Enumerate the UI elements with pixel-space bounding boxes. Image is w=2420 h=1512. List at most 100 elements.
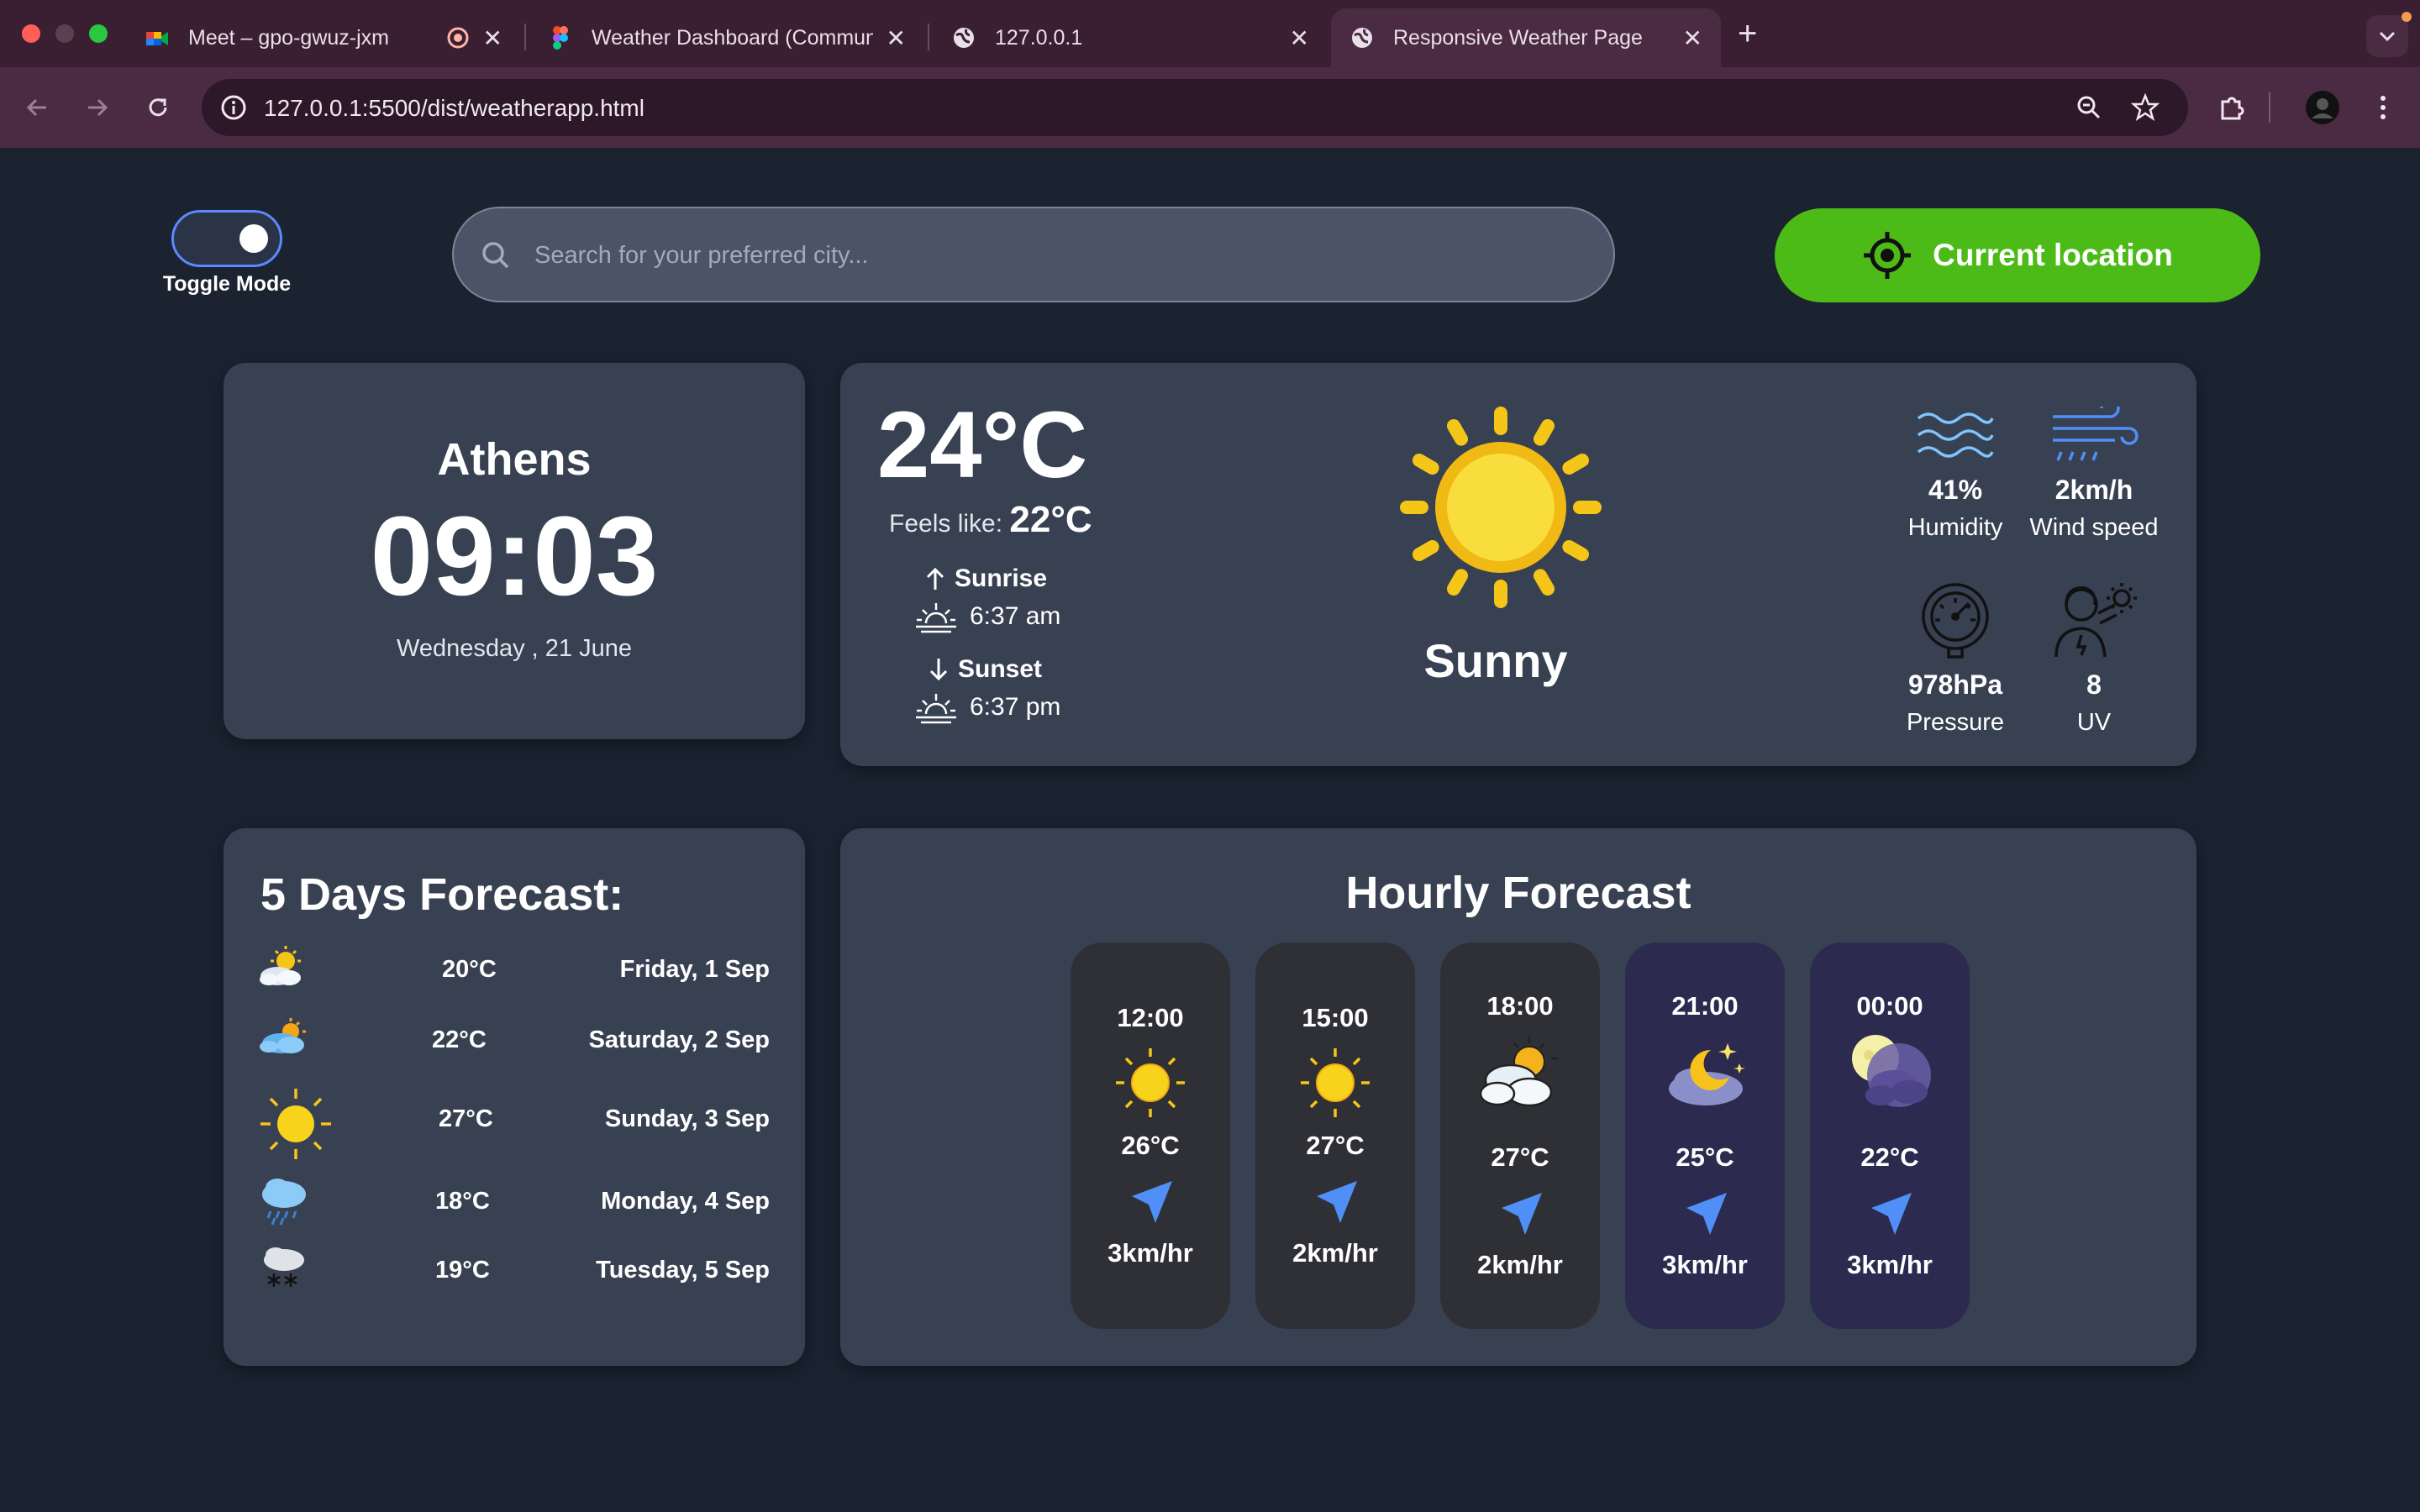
sunset-label: Sunset [958,655,1043,683]
sun-behind-clouds-icon [1479,1037,1558,1107]
close-tab-icon[interactable]: ✕ [1290,24,1309,52]
close-tab-icon[interactable]: ✕ [1683,24,1702,52]
navigation-arrow-icon [1132,1181,1172,1223]
forecast-row: 20°C Friday, 1 Sep [257,944,770,995]
navigation-arrow-icon [1871,1193,1912,1235]
toggle-knob [239,224,268,253]
sunset-row: 6:37 pm [914,690,1060,724]
sun-icon [1301,1048,1370,1117]
hourly-item: 00:00 22°C 3km/hr [1810,942,1970,1329]
hourly-temp: 25°C [1676,1142,1734,1172]
site-info-icon[interactable] [220,94,247,121]
url-text: 127.0.0.1:5500/dist/weatherapp.html [264,95,644,121]
partly-cloudy-icon [260,946,301,985]
hourly-item: 12:00 26°C 3km/hr [1071,942,1230,1329]
sunset-time: 6:37 pm [970,693,1061,721]
hourly-time: 00:00 [1856,991,1923,1021]
close-tab-icon[interactable]: ✕ [483,24,502,52]
wind-label: Wind speed [2029,514,2159,541]
uv-metric: 8 UV [2023,580,2165,737]
uv-person-icon [2054,583,2137,658]
globe-icon [954,28,974,48]
window-zoom-button[interactable] [89,24,108,43]
figma-icon [553,26,568,50]
city-search-input[interactable] [534,234,1576,277]
profile-avatar[interactable] [2302,87,2343,128]
navigation-arrow-icon [1317,1181,1357,1223]
tab-divider [928,24,929,50]
current-location-label: Current location [1933,238,2173,272]
tab-title: Weather Dashboard (Community) [592,25,873,50]
reload-icon [149,98,167,117]
arrow-right-icon [88,98,108,117]
forecast-day: Saturday, 2 Sep [588,1026,770,1053]
zoom-icon[interactable] [2075,94,2102,121]
weather-condition: Sunny [1423,634,1568,687]
hourly-wind: 3km/hr [1662,1250,1748,1279]
hourly-item: 15:00 27°C 2km/hr [1255,942,1415,1329]
address-bar[interactable]: 127.0.0.1:5500/dist/weatherapp.html [202,79,2188,136]
hourly-time: 21:00 [1671,991,1739,1021]
toggle-label: Toggle Mode [162,272,292,296]
forecast-title: 5 Days Forecast: [260,869,624,920]
avatar-icon [2306,91,2339,124]
hourly-temp: 27°C [1306,1131,1365,1160]
snow-icon [264,1247,304,1287]
browser-tab-figma[interactable]: Weather Dashboard (Community) ✕ [529,8,924,67]
hourly-item: 18:00 27°C 2km/hr [1440,942,1600,1329]
new-tab-button[interactable]: + [1738,15,1757,53]
city-time-card: Athens 09:03 Wednesday , 21 June [224,363,805,739]
window-minimize-button[interactable] [55,24,74,43]
browser-tab-weather[interactable]: Responsive Weather Page ✕ [1331,8,1721,67]
reload-button[interactable] [138,87,178,128]
wind-metric: 2km/h Wind speed [2023,398,2165,542]
hourly-title: Hourly Forecast [1345,868,1691,918]
hourly-wind: 3km/hr [1847,1250,1933,1279]
forecast-row: 22°C Saturday, 2 Sep [257,1015,770,1065]
full-moon-clouds-icon [1852,1035,1931,1107]
local-date: Wednesday , 21 June [397,635,632,662]
forecast-temp: 22°C [432,1026,487,1053]
more-vertical-icon [2381,96,2386,119]
pressure-value: 978hPa [1907,669,2003,700]
forecast-row: 18°C Monday, 4 Sep [257,1176,770,1226]
sun-icon [260,1089,331,1159]
puzzle-icon [2221,97,2244,120]
rain-icon [262,1179,306,1226]
city-search-bar[interactable] [452,207,1615,302]
pressure-label: Pressure [1906,709,2005,736]
theme-toggle[interactable] [171,210,282,267]
tab-search-button[interactable] [2366,15,2408,57]
feels-like-label: Feels like: [889,510,1003,538]
hourly-temp: 22°C [1860,1142,1919,1172]
tab-title: Meet – gpo-gwuz-jxm [188,25,389,50]
back-button[interactable] [17,87,57,128]
forward-button[interactable] [77,87,118,128]
local-time: 09:03 [370,494,659,619]
chevron-down-icon [2379,31,2396,42]
cloud-sun-icon [260,1018,306,1053]
browser-tab-meet[interactable]: Meet – gpo-gwuz-jxm ✕ [126,8,521,67]
sunset-icon [916,694,956,724]
forecast-temp: 19°C [435,1257,490,1284]
browser-menu-button[interactable] [2363,87,2403,128]
feels-like-value: 22°C [1009,499,1092,540]
tab-title: 127.0.0.1 [995,25,1083,50]
forecast-temp: 27°C [439,1105,493,1132]
hourly-time: 18:00 [1486,991,1554,1021]
current-location-button[interactable]: Current location [1775,208,2260,302]
feels-like: Feels like: 22°C [889,499,1092,541]
pressure-gauge-icon [1922,583,1989,659]
extensions-button[interactable] [2212,87,2252,128]
bookmark-star-icon[interactable] [2131,93,2160,122]
toolbar-divider [2269,92,2270,123]
hourly-time: 12:00 [1117,1003,1184,1032]
browser-tab-localhost[interactable]: 127.0.0.1 ✕ [933,8,1328,67]
globe-icon [1352,28,1372,48]
hourly-temp: 26°C [1121,1131,1180,1160]
forecast-row: 19°C Tuesday, 5 Sep [257,1245,770,1295]
humidity-label: Humidity [1907,514,2003,541]
close-tab-icon[interactable]: ✕ [886,24,906,52]
window-close-button[interactable] [22,24,40,43]
arrow-down-icon [929,659,948,681]
